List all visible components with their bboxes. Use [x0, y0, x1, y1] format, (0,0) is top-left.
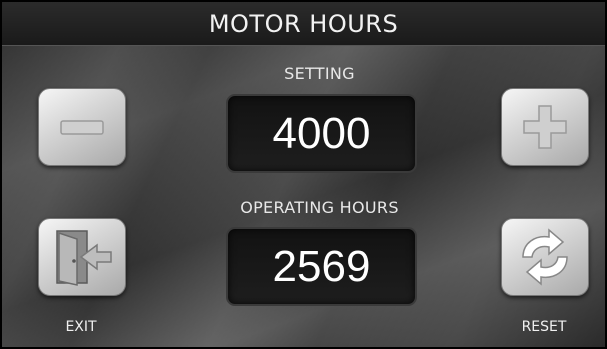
setting-display: 4000 — [226, 94, 417, 173]
page-title: MOTOR HOURS — [208, 9, 399, 38]
setting-value: 4000 — [272, 108, 371, 158]
exit-button[interactable] — [38, 218, 126, 296]
reset-label: RESET — [521, 319, 567, 335]
operating-hours-value: 2569 — [272, 241, 371, 291]
decrease-button[interactable] — [38, 88, 126, 166]
reset-button[interactable] — [501, 218, 589, 296]
operating-hours-display: 2569 — [226, 227, 417, 306]
exit-door-icon — [56, 230, 112, 286]
exit-label: EXIT — [65, 319, 97, 335]
setting-label: SETTING — [284, 64, 355, 83]
minus-icon — [60, 120, 104, 135]
refresh-arrows-icon — [522, 228, 568, 286]
plus-icon — [523, 105, 567, 149]
motor-hours-screen: MOTOR HOURS SETTING 4000 OPERATING HOURS… — [0, 0, 607, 349]
title-bar: MOTOR HOURS — [2, 2, 605, 46]
increase-button[interactable] — [501, 88, 589, 166]
operating-hours-label: OPERATING HOURS — [240, 198, 399, 217]
